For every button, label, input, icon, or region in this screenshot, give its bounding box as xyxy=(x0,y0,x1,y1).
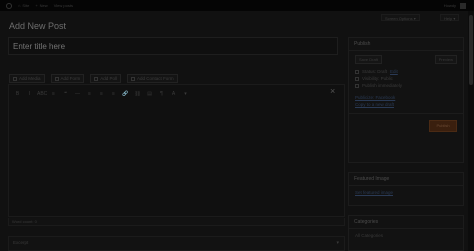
pin-icon xyxy=(355,69,359,74)
categories-title: Categories xyxy=(349,216,463,229)
add-contact-form-button[interactable]: Add Contact Form xyxy=(127,74,178,83)
greeting-text[interactable]: Howdy xyxy=(444,3,456,8)
text-color-button[interactable]: A xyxy=(169,91,178,97)
blockquote-button[interactable]: ❝ xyxy=(61,91,70,97)
post-status-text: Status: Draft xyxy=(362,69,388,74)
toggle-arrow-icon[interactable]: ▾ xyxy=(336,240,339,246)
avatar[interactable] xyxy=(460,2,466,9)
post-content-editor[interactable]: B I ABC ≡ ❝ — ≡ ≡ ≡ 🔗 ⛓ ▤ ¶ A ▾ xyxy=(8,84,345,217)
site-name-label: Site xyxy=(22,3,30,8)
page-scrollbar[interactable] xyxy=(468,11,474,251)
contact-form-icon xyxy=(131,76,136,81)
form-icon xyxy=(54,76,59,81)
visibility-line: Visibility: Public xyxy=(349,75,463,82)
help-label: Help xyxy=(444,16,453,21)
add-media-button[interactable]: Add Media xyxy=(9,74,45,83)
editor-toolbar: B I ABC ≡ ❝ — ≡ ≡ ≡ 🔗 ⛓ ▤ ¶ A ▾ xyxy=(13,91,190,97)
align-center-button[interactable]: ≡ xyxy=(97,91,106,97)
site-name-menu[interactable]: ⌂ Site xyxy=(18,3,29,8)
publish-box-title: Publish xyxy=(349,38,463,51)
add-form-label: Add Form xyxy=(60,76,81,81)
excerpt-title: Excerpt xyxy=(13,240,29,245)
bullet-list-button[interactable]: ≡ xyxy=(49,91,58,97)
add-poll-button[interactable]: Add Poll xyxy=(90,74,122,83)
publish-box: Publish Save Draft Preview Status: Draft… xyxy=(348,37,464,163)
set-featured-image-link[interactable]: Set featured image xyxy=(355,190,393,195)
wordpress-logo-icon xyxy=(6,2,12,9)
add-contact-form-label: Add Contact Form xyxy=(137,76,174,81)
screen-options-label: Screen Options xyxy=(385,16,413,21)
strikethrough-button[interactable]: ABC xyxy=(37,91,47,97)
close-icon[interactable]: × xyxy=(330,86,335,96)
italic-button[interactable]: I xyxy=(25,91,34,97)
eye-icon xyxy=(355,76,359,81)
home-icon: ⌂ xyxy=(18,3,21,8)
all-categories-tab[interactable]: All Categories xyxy=(355,233,383,238)
page-title: Add New Post xyxy=(9,21,67,31)
publish-button[interactable]: Publish xyxy=(429,120,457,132)
insert-link-button[interactable]: 🔗 xyxy=(121,91,130,97)
paragraph-button[interactable]: ¶ xyxy=(157,91,166,97)
help-button[interactable]: Help ▾ xyxy=(440,14,460,21)
featured-image-box: Featured Image Set featured image xyxy=(348,172,464,206)
publish-actions: Publish xyxy=(349,113,463,136)
admin-bar: ⌂ Site + New View posts Howdy xyxy=(0,0,474,11)
schedule-text: Publish immediately xyxy=(362,83,403,88)
publicize-link[interactable]: Publicize: Facebook xyxy=(355,95,395,100)
categories-box: Categories All Categories xyxy=(348,215,464,251)
poll-icon xyxy=(94,76,99,81)
read-more-button[interactable]: ▤ xyxy=(145,91,154,97)
bold-button[interactable]: B xyxy=(13,91,22,97)
horizontal-line-button[interactable]: — xyxy=(73,91,82,97)
post-title-input[interactable] xyxy=(8,37,338,55)
preview-button[interactable]: Preview xyxy=(434,55,457,64)
screen-options-button[interactable]: Screen Options ▾ xyxy=(381,14,420,21)
remove-link-button[interactable]: ⛓ xyxy=(133,91,142,97)
scrollbar-thumb[interactable] xyxy=(469,15,473,85)
wp-logo-menu[interactable] xyxy=(6,2,12,9)
post-status-line: Status: Draft Edit xyxy=(349,68,463,75)
new-label: New xyxy=(39,3,48,8)
add-poll-label: Add Poll xyxy=(100,76,118,81)
schedule-line: Publish immediately xyxy=(349,82,463,89)
word-count: Word count: 0 xyxy=(12,219,37,224)
publicize-line: Publicize: Facebook xyxy=(349,94,463,101)
word-count-bar: Word count: 0 xyxy=(8,218,345,226)
more-dropdown-button[interactable]: ▾ xyxy=(181,91,190,97)
featured-image-title: Featured Image xyxy=(349,173,463,186)
add-media-label: Add Media xyxy=(19,76,41,81)
copy-draft-line: Copy to a new draft xyxy=(349,101,463,108)
calendar-icon xyxy=(355,83,359,88)
view-posts-link[interactable]: View posts xyxy=(54,3,73,8)
view-posts-label: View posts xyxy=(53,3,73,8)
visibility-text: Visibility: Public xyxy=(362,76,393,81)
new-content-menu[interactable]: + New xyxy=(35,3,47,8)
media-icon xyxy=(13,76,17,81)
edit-status-link[interactable]: Edit xyxy=(390,69,398,74)
align-right-button[interactable]: ≡ xyxy=(109,91,118,97)
align-left-button[interactable]: ≡ xyxy=(85,91,94,97)
add-form-button[interactable]: Add Form xyxy=(50,74,85,83)
excerpt-box[interactable]: Excerpt ▾ xyxy=(8,236,345,251)
plus-icon: + xyxy=(35,3,38,8)
save-draft-button[interactable]: Save Draft xyxy=(355,55,382,64)
media-buttons: Add Media Add Form Add Poll Add Contact … xyxy=(9,74,178,83)
copy-draft-link[interactable]: Copy to a new draft xyxy=(355,102,394,107)
